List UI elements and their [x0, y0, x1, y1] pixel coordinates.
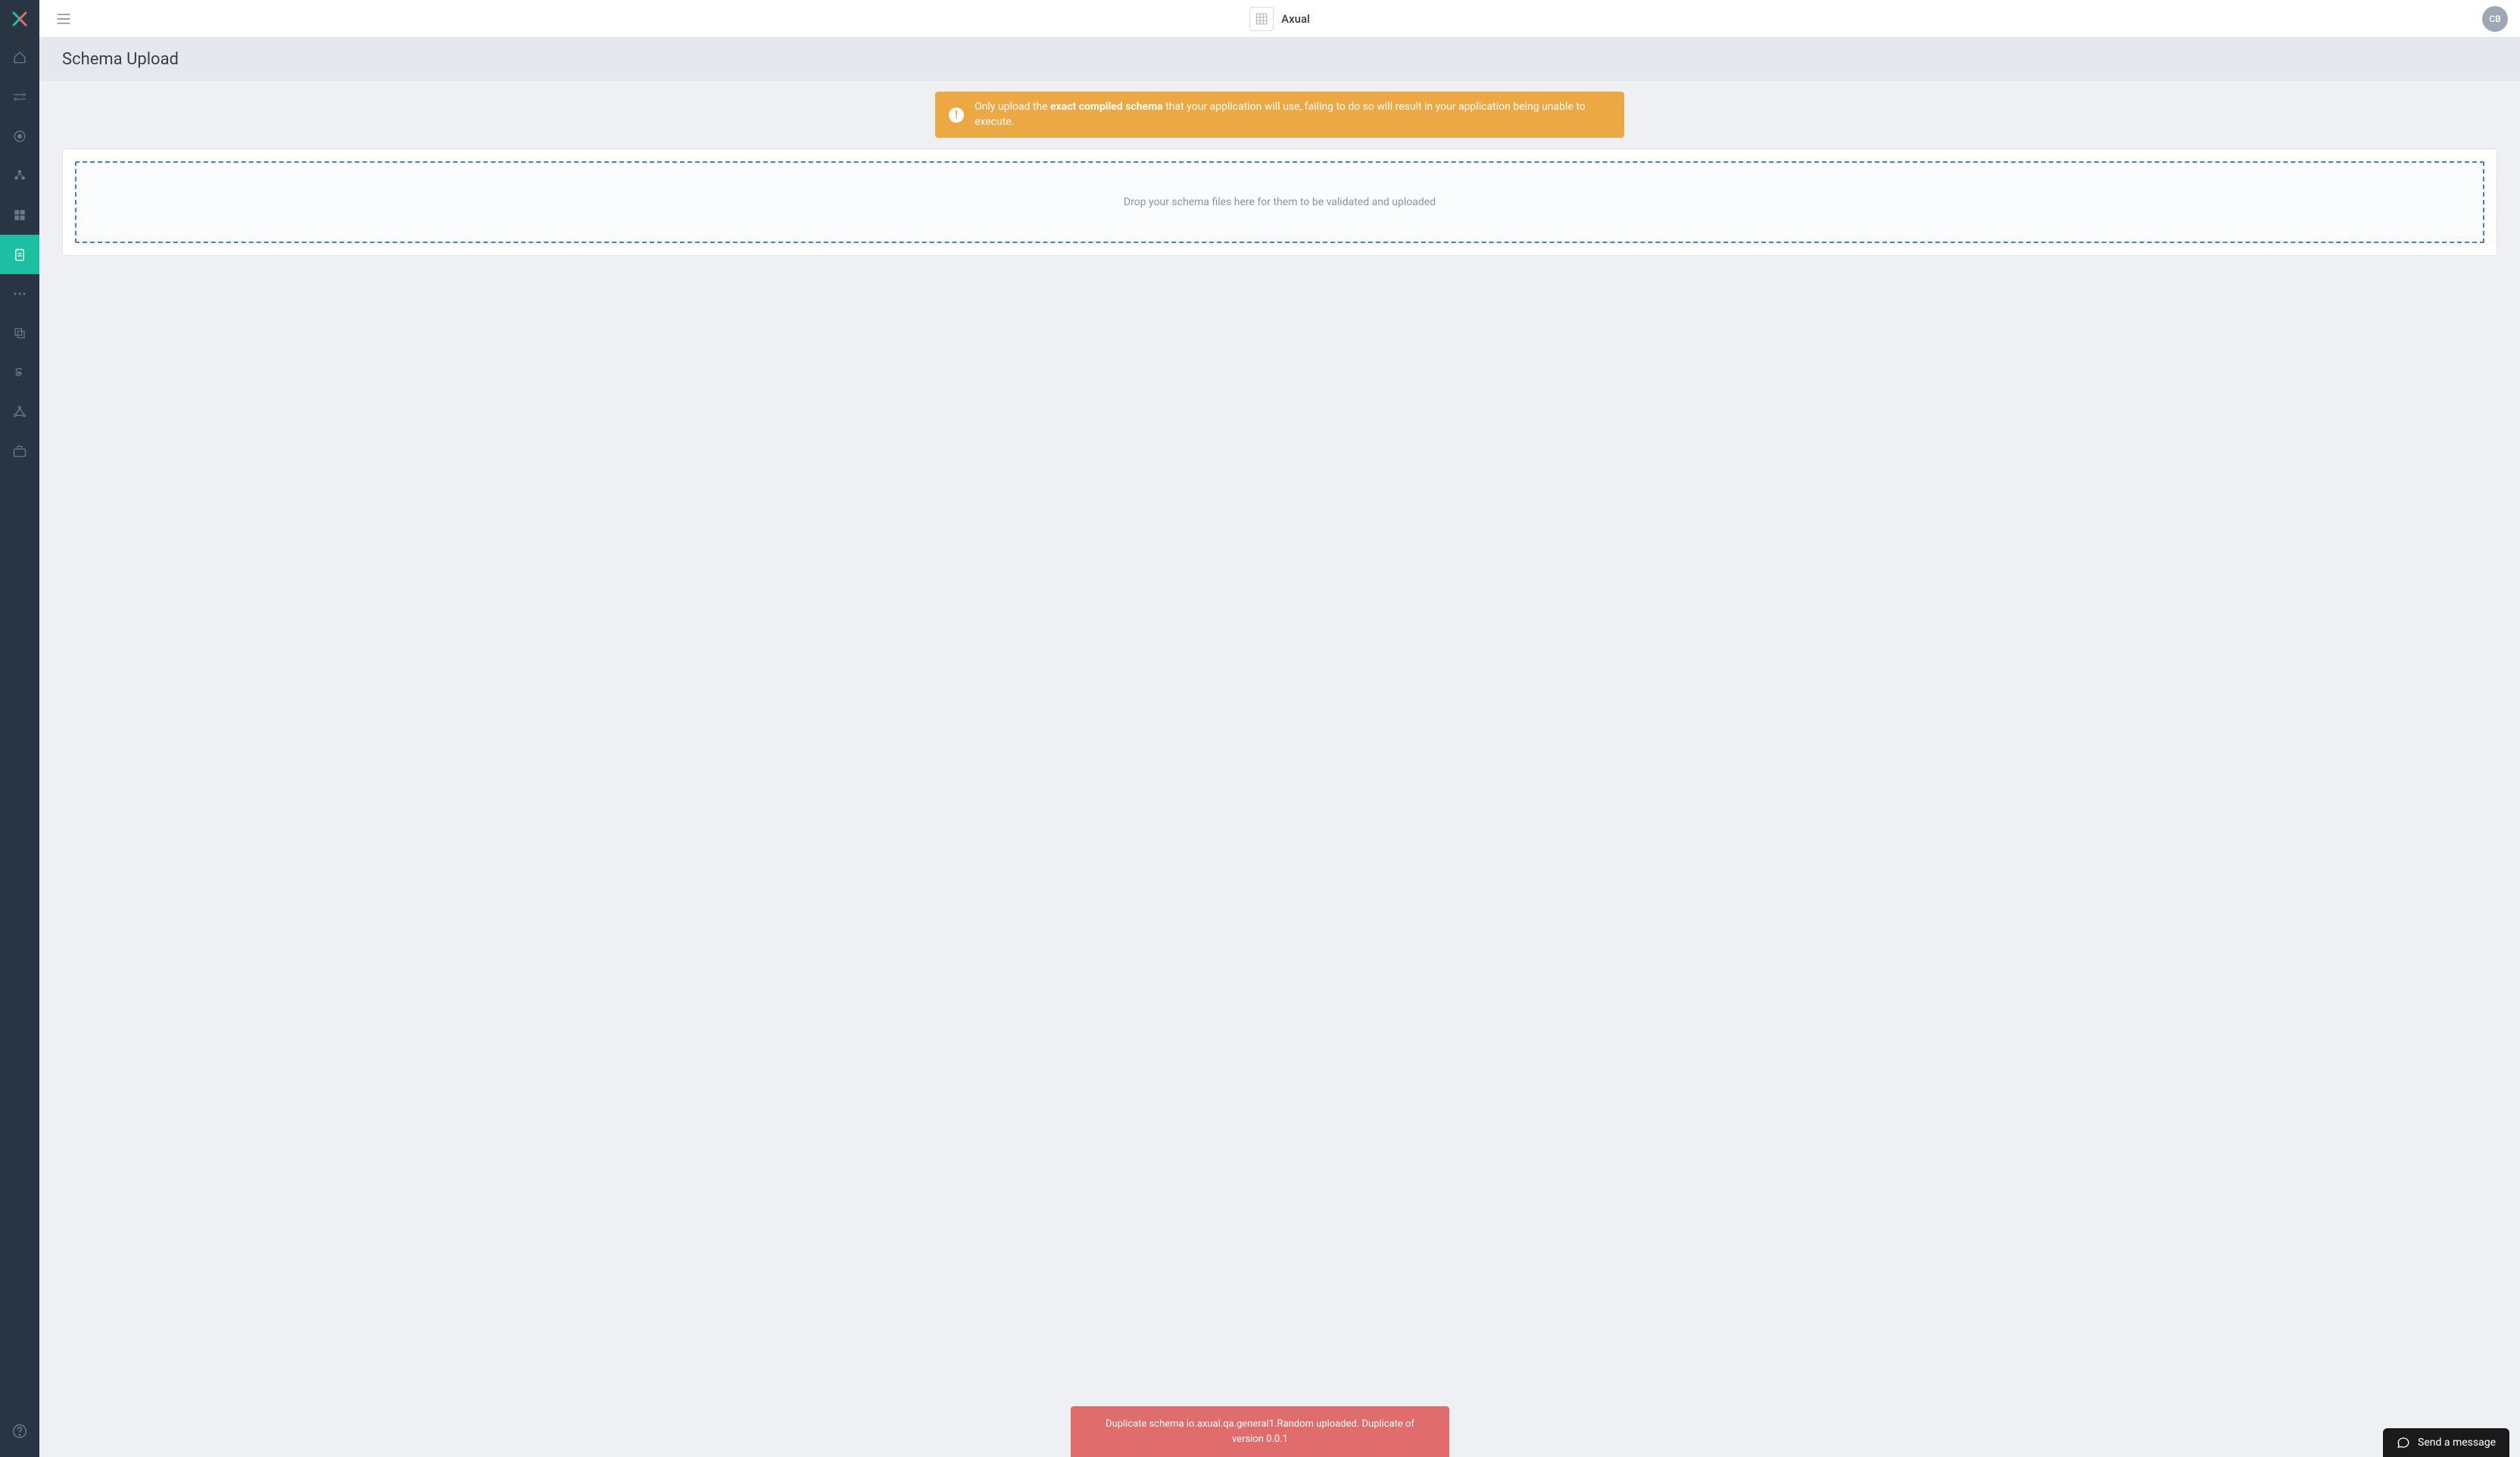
main-area: Axual CB Schema Upload ! Only upload the…	[39, 0, 2520, 1457]
dropzone-text: Drop your schema files here for them to …	[1124, 196, 1436, 208]
warning-bold: exact compiled schema	[1050, 101, 1163, 113]
sidebar-item-copy[interactable]	[0, 314, 39, 353]
topbar-title-group: Axual	[1249, 7, 1310, 31]
sidebar-item-schema[interactable]	[0, 235, 39, 274]
sidebar-item-streams[interactable]	[0, 77, 39, 117]
chat-icon	[2397, 1436, 2410, 1449]
warning-banner: ! Only upload the exact compiled schema …	[935, 92, 1624, 138]
sidebar-item-cluster[interactable]	[0, 156, 39, 195]
error-toast: Duplicate schema io.axual.qa.general1.Ra…	[1071, 1406, 1449, 1457]
sidebar-item-more[interactable]	[0, 274, 39, 314]
menu-toggle-button[interactable]	[51, 8, 76, 30]
chat-label: Send a message	[2418, 1437, 2496, 1449]
sidebar-item-apps[interactable]	[0, 195, 39, 235]
warning-icon: !	[949, 108, 964, 123]
app-icon	[1249, 7, 1274, 31]
warning-text: Only upload the exact compiled schema th…	[975, 100, 1611, 129]
upload-card: Drop your schema files here for them to …	[62, 148, 2497, 256]
app-title: Axual	[1281, 12, 1310, 26]
schema-dropzone[interactable]: Drop your schema files here for them to …	[75, 161, 2484, 243]
logo[interactable]	[0, 0, 39, 38]
sidebar-item-help[interactable]	[0, 1412, 39, 1451]
user-avatar[interactable]: CB	[2482, 6, 2508, 32]
chat-widget[interactable]: Send a message	[2383, 1428, 2509, 1457]
sidebar-item-home[interactable]	[0, 38, 39, 77]
content: ! Only upload the exact compiled schema …	[39, 81, 2520, 1457]
sidebar-item-billing[interactable]	[0, 353, 39, 392]
sidebar-item-briefcase[interactable]	[0, 432, 39, 471]
page-header: Schema Upload	[39, 38, 2520, 81]
page-title: Schema Upload	[62, 50, 2497, 69]
sidebar-item-target[interactable]	[0, 117, 39, 156]
topbar: Axual CB	[39, 0, 2520, 38]
sidebar	[0, 0, 39, 1457]
sidebar-item-integrations[interactable]	[0, 392, 39, 432]
warning-prefix: Only upload the	[975, 101, 1050, 113]
error-text: Duplicate schema io.axual.qa.general1.Ra…	[1106, 1418, 1414, 1445]
